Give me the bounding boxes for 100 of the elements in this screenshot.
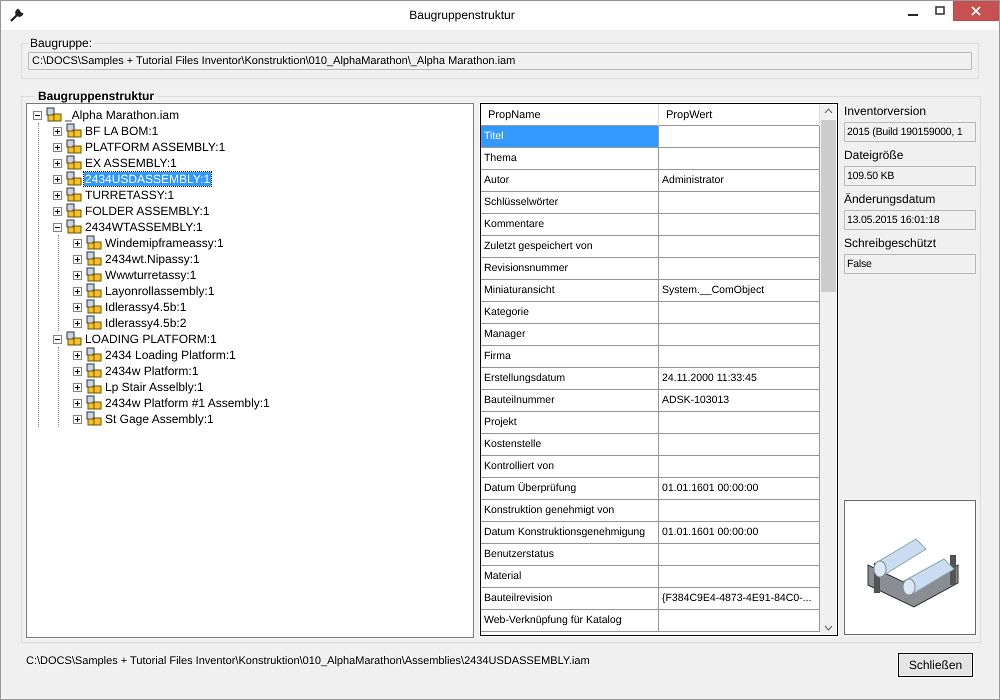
expand-toggle[interactable] — [73, 238, 82, 248]
expand-toggle[interactable] — [53, 190, 62, 200]
assembly-icon — [66, 219, 82, 235]
tree-item[interactable]: St Gage Assembly:1 — [104, 412, 215, 426]
assembly-icon — [66, 331, 82, 347]
tree-item[interactable]: 2434wt.Nipassy:1 — [104, 252, 201, 266]
expand-toggle[interactable] — [73, 318, 82, 328]
table-cell[interactable]: Autor — [481, 170, 659, 191]
expand-toggle[interactable] — [73, 366, 82, 376]
group-label: Baugruppenstruktur — [37, 89, 156, 103]
expand-toggle[interactable] — [53, 222, 62, 232]
field-label: Dateigröße — [844, 148, 904, 162]
tree-item[interactable]: _Alpha Marathon.iam — [64, 108, 180, 122]
expand-toggle[interactable] — [73, 398, 82, 408]
tree-item[interactable]: Idlerassy4.5b:1 — [104, 300, 188, 314]
tree-item[interactable]: FOLDER ASSEMBLY:1 — [84, 204, 210, 218]
minimize-icon — [908, 14, 918, 16]
expand-toggle[interactable] — [53, 334, 62, 344]
assembly-icon — [46, 107, 62, 123]
plus-icon — [74, 272, 81, 278]
wrench-icon — [9, 7, 25, 23]
tree-item[interactable]: 2434w Platform:1 — [104, 364, 200, 378]
table-cell: 01.01.1601 00:00:00 — [659, 522, 820, 543]
tree-item[interactable]: EX ASSEMBLY:1 — [84, 156, 178, 170]
table-cell: Administrator — [659, 170, 820, 191]
close-button[interactable] — [953, 1, 999, 21]
tree-item[interactable]: Layonrollassembly:1 — [104, 284, 216, 298]
info-field[interactable]: False — [844, 254, 976, 274]
plus-icon — [54, 176, 61, 182]
info-field[interactable]: 13.05.2015 16:01:18 — [844, 210, 976, 230]
plus-icon — [54, 208, 61, 214]
group-label: Baugruppe: — [29, 36, 94, 50]
tree-item[interactable]: Lp Stair Asselbly:1 — [104, 380, 205, 394]
plus-icon — [54, 160, 61, 166]
tree-item[interactable]: 2434 Loading Platform:1 — [104, 348, 237, 362]
assembly-icon — [86, 235, 102, 251]
assembly-icon — [66, 139, 82, 155]
table-cell[interactable]: Thema — [481, 148, 659, 169]
table-cell[interactable]: Zuletzt gespeichert von — [481, 236, 659, 257]
scrollbar[interactable] — [820, 104, 837, 635]
table-cell: {F384C9E4-4873-4E91-84C0-... — [659, 588, 820, 609]
tree-item[interactable]: 2434w Platform #1 Assembly:1 — [104, 396, 271, 410]
field-label: Änderungsdatum — [844, 192, 936, 206]
table-cell: 01.01.1601 00:00:00 — [659, 478, 820, 499]
plus-icon — [74, 240, 81, 246]
table-cell: ADSK-103013 — [659, 390, 820, 411]
assembly-icon — [86, 283, 102, 299]
expand-toggle[interactable] — [73, 254, 82, 264]
expand-toggle[interactable] — [53, 206, 62, 216]
plus-icon — [74, 352, 81, 358]
window-title: Baugruppenstruktur — [408, 7, 516, 24]
assembly-icon — [66, 155, 82, 171]
assembly-icon — [66, 187, 82, 203]
path-field[interactable]: C:\DOCS\Samples + Tutorial Files Inventor\Konstruktion\010_AlphaMarathon\_Alpha Marathon.iam — [28, 52, 972, 70]
tree-item[interactable]: BF LA BOM:1 — [84, 124, 160, 138]
expand-toggle[interactable] — [73, 414, 82, 424]
plus-icon — [54, 144, 61, 150]
expand-toggle[interactable] — [73, 270, 82, 280]
assembly-icon — [66, 203, 82, 219]
plus-icon — [54, 192, 61, 198]
field-label: Inventorversion — [844, 104, 928, 118]
close-dialog-button[interactable]: Schließen — [898, 653, 973, 677]
maximize-icon — [934, 6, 944, 16]
plus-icon — [74, 368, 81, 374]
assembly-icon — [66, 123, 82, 139]
plus-icon — [74, 384, 81, 390]
assembly-icon — [86, 411, 102, 427]
expand-toggle[interactable] — [73, 382, 82, 392]
table-cell[interactable]: Web-Verknüpfung für Katalog — [481, 610, 659, 631]
info-field[interactable]: 2015 (Build 190159000, 1 — [844, 122, 976, 142]
close-icon — [971, 6, 981, 16]
assembly-icon — [86, 315, 102, 331]
plus-icon — [74, 320, 81, 326]
expand-toggle[interactable] — [53, 126, 62, 136]
expand-toggle[interactable] — [73, 302, 82, 312]
plus-icon — [74, 304, 81, 310]
plus-icon — [74, 288, 81, 294]
plus-icon — [74, 400, 81, 406]
assembly-icon — [86, 379, 102, 395]
info-field[interactable]: 109.50 KB — [844, 166, 976, 186]
plus-icon — [54, 128, 61, 134]
field-label: Schreibgeschützt — [844, 236, 938, 250]
expand-toggle[interactable] — [53, 158, 62, 168]
tree-item[interactable]: Idlerassy4.5b:2 — [104, 316, 188, 330]
expand-toggle[interactable] — [33, 110, 42, 120]
expand-toggle[interactable] — [53, 174, 62, 184]
assembly-icon — [86, 395, 102, 411]
plus-icon — [74, 256, 81, 262]
tree-item[interactable]: 2434WTASSEMBLY:1 — [84, 220, 204, 234]
assembly-icon — [86, 267, 102, 283]
assembly-icon — [86, 299, 102, 315]
expand-toggle[interactable] — [53, 142, 62, 152]
tree-item[interactable]: Wwwturretassy:1 — [104, 268, 198, 282]
expand-toggle[interactable] — [73, 286, 82, 296]
tree-item[interactable]: PLATFORM ASSEMBLY:1 — [84, 140, 226, 154]
expand-toggle[interactable] — [73, 350, 82, 360]
tree-item[interactable]: TURRETASSY:1 — [84, 188, 176, 202]
plus-icon — [74, 416, 81, 422]
tree-item[interactable]: Windemipframeassy:1 — [104, 236, 225, 250]
tree-item[interactable]: LOADING PLATFORM:1 — [84, 332, 218, 346]
